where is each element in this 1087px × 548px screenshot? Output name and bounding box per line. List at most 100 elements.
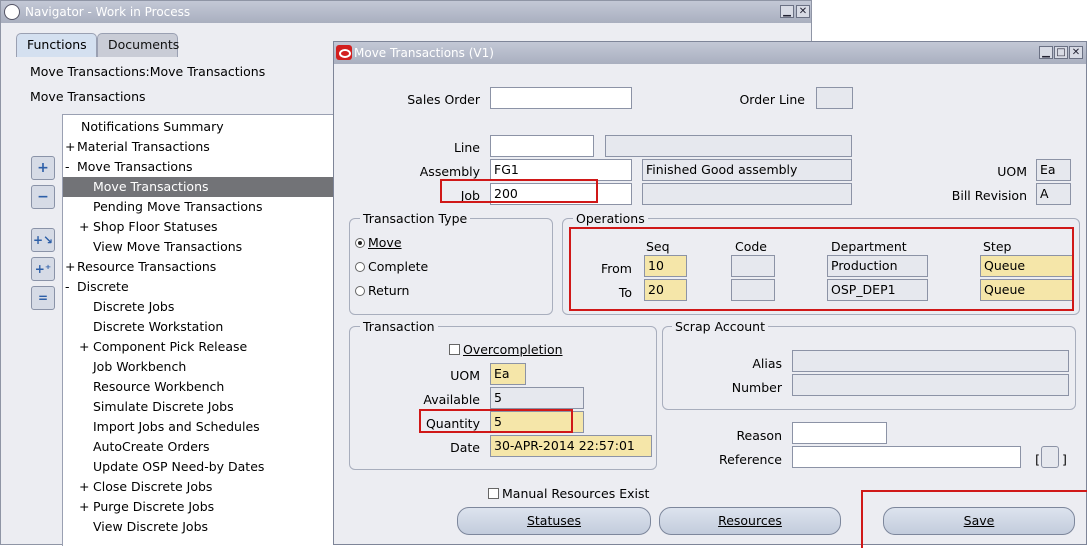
tree-item-label: Material Transactions (77, 139, 210, 154)
tree-item[interactable]: - Discrete (63, 277, 334, 297)
navigator-path-2: Move Transactions (30, 89, 146, 104)
quantity-label: Quantity (425, 416, 480, 431)
expand-branch-button[interactable]: +↘ (31, 228, 55, 252)
radio-move[interactable]: Move (355, 235, 402, 250)
tree-item-label: Resource Transactions (77, 259, 217, 274)
tab-functions-label: Functions (27, 37, 87, 52)
oracle-logo-icon (336, 45, 352, 60)
tree-item[interactable]: View Move Transactions (63, 237, 334, 257)
tab-functions[interactable]: Functions (16, 33, 97, 57)
descriptive-flexfield[interactable] (1041, 446, 1059, 468)
collapse-node-icon[interactable]: - (65, 277, 70, 297)
radio-icon (355, 262, 365, 272)
available-field: 5 (490, 387, 584, 409)
order-line-field[interactable] (816, 87, 853, 109)
uom-field: Ea (1036, 159, 1071, 181)
tree-item[interactable]: + Component Pick Release (63, 337, 334, 357)
checkbox-icon (488, 488, 499, 499)
tree-item-label: Component Pick Release (93, 339, 248, 354)
tree-item-label: Job Workbench (93, 359, 187, 374)
radio-complete[interactable]: Complete (355, 259, 428, 274)
from-step-field[interactable]: Queue (980, 255, 1073, 277)
resources-button[interactable]: Resources (659, 507, 841, 535)
reason-label: Reason (736, 428, 782, 443)
minimize-icon[interactable]: ▁ (780, 5, 794, 18)
navigator-path-1: Move Transactions:Move Transactions (30, 64, 266, 79)
from-label: From (601, 261, 632, 276)
save-button-label: Save (963, 513, 995, 528)
reference-field[interactable] (792, 446, 1021, 468)
operations-label: Operations (573, 211, 648, 226)
maximize-icon[interactable]: □ (1054, 46, 1068, 59)
expand-all-button[interactable]: +⁺ (31, 257, 55, 281)
save-button[interactable]: Save (883, 507, 1075, 535)
collapse-node-icon[interactable]: - (65, 157, 70, 177)
radio-complete-label: Complete (368, 259, 429, 274)
department-header: Department (831, 239, 907, 254)
tree-item-label: View Discrete Jobs (93, 519, 209, 534)
tree-item[interactable]: Simulate Discrete Jobs (63, 397, 334, 417)
from-seq-field[interactable]: 10 (644, 255, 687, 277)
expand-node-icon[interactable]: + (65, 137, 75, 157)
job-field[interactable]: 200 (490, 183, 632, 205)
line-field[interactable] (490, 135, 594, 157)
tree-item[interactable]: Notifications Summary (63, 117, 334, 137)
statuses-button[interactable]: Statuses (457, 507, 651, 535)
tree-item-label: Resource Workbench (93, 379, 225, 394)
sales-order-field[interactable] (490, 87, 632, 109)
radio-return-label: Return (368, 283, 410, 298)
navigator-title: Navigator - Work in Process (25, 5, 191, 19)
radio-return[interactable]: Return (355, 283, 409, 298)
tree-item[interactable]: + Resource Transactions (63, 257, 334, 277)
tab-documents[interactable]: Documents (97, 33, 179, 57)
tree-item[interactable]: Move Transactions (63, 177, 334, 197)
line-label: Line (453, 140, 480, 155)
available-label: Available (423, 392, 480, 407)
quantity-field[interactable]: 5 (490, 411, 584, 433)
flex-bracket-close: ] (1062, 452, 1067, 467)
tree-item[interactable]: Resource Workbench (63, 377, 334, 397)
tree-item[interactable]: + Close Discrete Jobs (63, 477, 334, 497)
tree-item[interactable]: AutoCreate Orders (63, 437, 334, 457)
close-icon[interactable]: ✕ (796, 5, 810, 18)
minimize-icon[interactable]: ▁ (1039, 46, 1053, 59)
tree-item[interactable]: + Purge Discrete Jobs (63, 497, 334, 517)
reason-field[interactable] (792, 422, 887, 444)
collapse-button[interactable]: − (31, 185, 55, 209)
tree-item-label: Move Transactions (77, 159, 193, 174)
to-step-field[interactable]: Queue (980, 279, 1073, 301)
txn-uom-field[interactable]: Ea (490, 363, 526, 385)
tree-item[interactable]: - Move Transactions (63, 157, 334, 177)
tree-item[interactable]: Import Jobs and Schedules (63, 417, 334, 437)
overcompletion-checkbox[interactable]: Overcompletion (449, 342, 563, 357)
close-icon[interactable]: ✕ (1069, 46, 1083, 59)
tree-item[interactable]: Discrete Jobs (63, 297, 334, 317)
move-transactions-window: Move Transactions (V1) ▁ □ ✕ Sales Order… (333, 41, 1087, 548)
expand-node-icon[interactable]: + (79, 217, 89, 237)
to-seq-field[interactable]: 20 (644, 279, 687, 301)
date-label: Date (450, 440, 480, 455)
expand-button[interactable]: + (31, 156, 55, 180)
assembly-field[interactable]: FG1 (490, 159, 632, 181)
expand-node-icon[interactable]: + (79, 497, 89, 517)
transaction-label: Transaction (360, 319, 438, 334)
tree-item[interactable]: Update OSP Need-by Dates (63, 457, 334, 477)
tree-item[interactable]: + Shop Floor Statuses (63, 217, 334, 237)
transaction-type-label: Transaction Type (360, 211, 471, 226)
tree-item[interactable]: + Material Transactions (63, 137, 334, 157)
date-field[interactable]: 30-APR-2014 22:57:01 (490, 435, 652, 457)
radio-selected-icon (355, 238, 365, 248)
expand-node-icon[interactable]: + (65, 257, 75, 277)
expand-node-icon[interactable]: + (79, 337, 89, 357)
tree-item[interactable]: Pending Move Transactions (63, 197, 334, 217)
manual-resources-label: Manual Resources Exist (502, 486, 650, 501)
expand-node-icon[interactable]: + (79, 477, 89, 497)
tree-item-label: AutoCreate Orders (93, 439, 210, 454)
collapse-all-button[interactable]: = (31, 286, 55, 310)
txn-uom-label: UOM (450, 368, 480, 383)
tree-item[interactable]: Discrete Workstation (63, 317, 334, 337)
tree-item[interactable]: View Discrete Jobs (63, 517, 334, 537)
tree-item[interactable]: Job Workbench (63, 357, 334, 377)
to-code-field (731, 279, 775, 301)
tree-item-label: Import Jobs and Schedules (93, 419, 260, 434)
